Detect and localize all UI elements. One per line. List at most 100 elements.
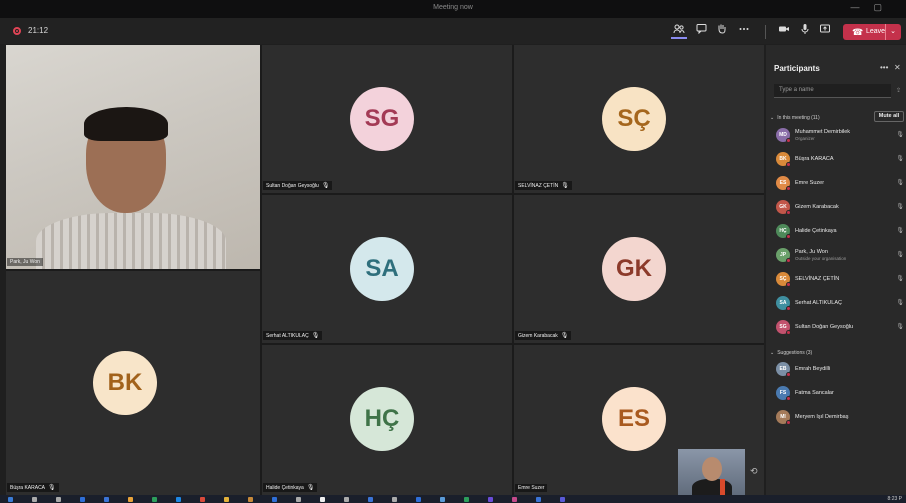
taskbar-clock: 8:23 P (887, 496, 902, 502)
window-controls[interactable]: —▢ (850, 2, 896, 13)
participant-name: Emrah Beydilli (795, 366, 831, 372)
participant-row[interactable]: JP Park, Ju Won Outside your organisation 🎙 (774, 246, 904, 266)
leave-button[interactable]: ☎ Leave ⌄ (843, 24, 901, 40)
presence-status-icon (786, 282, 791, 287)
minimize-button[interactable]: — (850, 2, 873, 12)
mute-all-button[interactable]: Mute all (874, 111, 904, 122)
suggestions-section-header[interactable]: ⌄ Suggestions (3) (770, 350, 812, 356)
participant-row[interactable]: MD Muhammet Demirbilek Organizer 🎙 (774, 126, 904, 146)
participant-row[interactable]: SG Sultan Doğan Geysoğlu 🎙 (774, 318, 904, 338)
taskbar-app-icon[interactable] (368, 497, 373, 502)
participant-row[interactable]: MI Meryem Işıl Demirbaş (774, 408, 904, 428)
taskbar-app-icon[interactable] (512, 497, 517, 502)
window-title: Meeting now (433, 4, 473, 11)
taskbar-app-icon[interactable] (392, 497, 397, 502)
presence-status-icon (786, 420, 791, 425)
participant-row[interactable]: SA Serhat ALTIKULAÇ 🎙 (774, 294, 904, 314)
tile-name-label: Sultan Doğan Geysoğlu 🎙 (263, 181, 333, 190)
video-tile-gizem[interactable]: GK Gizem Karabacak 🎙 (514, 195, 764, 343)
presence-status-icon (786, 138, 791, 143)
tile-name-label: SELVİNAZ ÇETİN 🎙 (515, 181, 572, 190)
presence-status-icon (786, 330, 791, 335)
close-icon[interactable]: ✕ (894, 63, 901, 72)
avatar: SÇ (602, 87, 666, 151)
mic-icon[interactable] (797, 23, 813, 39)
participant-name: Park, Ju Won (795, 249, 828, 255)
avatar: BK (93, 351, 157, 415)
share-invite-icon[interactable]: ⇪ (896, 87, 901, 94)
camera-switch-icon[interactable]: ⟲ (750, 466, 758, 477)
mic-off-icon: 🎙 (560, 333, 569, 339)
mic-icon[interactable]: 🎙 (896, 203, 904, 210)
share-icon[interactable] (817, 23, 833, 39)
mic-icon[interactable]: 🎙 (896, 155, 904, 162)
video-tile-halide[interactable]: HÇ Halide Çetinkaya 🎙 (262, 345, 512, 495)
participant-role: Outside your organisation (795, 256, 847, 261)
participant-name: Muhammet Demirbilek (795, 129, 851, 135)
participant-row[interactable]: ES Emre Suzer 🎙 (774, 174, 904, 194)
mic-icon[interactable]: 🎙 (896, 131, 904, 138)
mic-icon[interactable]: 🎙 (896, 275, 904, 282)
participant-name: Büşra KARACA (795, 156, 834, 162)
avatar: GK (602, 237, 666, 301)
participant-row[interactable]: GK Gizem Karabacak 🎙 (774, 198, 904, 218)
taskbar-app-icon[interactable] (464, 497, 469, 502)
camera-icon[interactable] (776, 23, 792, 39)
mic-icon[interactable]: 🎙 (896, 323, 904, 330)
video-tile-busra[interactable]: BK Büşra KARACA 🎙 (6, 271, 260, 495)
taskbar-app-icon[interactable] (344, 497, 349, 502)
taskbar-app-icon[interactable] (152, 497, 157, 502)
participant-row[interactable]: HÇ Halide Çetinkaya 🎙 (774, 222, 904, 242)
participant-name: Halide Çetinkaya (795, 228, 837, 234)
taskbar-app-icon[interactable] (32, 497, 37, 502)
taskbar-app-icon[interactable] (200, 497, 205, 502)
taskbar-app-icon[interactable] (296, 497, 301, 502)
taskbar-app-icon[interactable] (488, 497, 493, 502)
participant-video-hair (84, 107, 168, 141)
video-tile-sultan[interactable]: SG Sultan Doğan Geysoğlu 🎙 (262, 45, 512, 193)
maximize-button[interactable]: ▢ (873, 2, 896, 12)
mic-icon[interactable]: 🎙 (896, 179, 904, 186)
participant-row[interactable]: FS Fatma Sancalar (774, 384, 904, 404)
presence-status-icon (786, 396, 791, 401)
people-icon[interactable] (671, 23, 687, 39)
participant-row[interactable]: EB Emrah Beydilli (774, 360, 904, 380)
video-tile-park-ju-won[interactable]: Park, Ju Won (6, 45, 260, 269)
mic-icon[interactable]: 🎙 (896, 251, 904, 258)
panel-title: Participants (774, 64, 820, 73)
taskbar-app-icon[interactable] (272, 497, 277, 502)
taskbar-app-icon[interactable] (416, 497, 421, 502)
mic-icon[interactable]: 🎙 (896, 299, 904, 306)
taskbar-app-icon[interactable] (80, 497, 85, 502)
taskbar-app-icon[interactable] (536, 497, 541, 502)
taskbar-app-icon[interactable] (560, 497, 565, 502)
phone-icon: ☎ (852, 27, 864, 37)
participant-role: Organizer (795, 136, 815, 141)
self-view-video[interactable] (678, 449, 745, 497)
more-icon[interactable] (736, 23, 752, 39)
taskbar-app-icon[interactable] (440, 497, 445, 502)
taskbar-app-icon[interactable] (56, 497, 61, 502)
taskbar-app-icon[interactable] (8, 497, 13, 502)
tile-name-label: Park, Ju Won (7, 258, 43, 266)
chevron-down-icon[interactable]: ⌄ (885, 24, 896, 40)
raise-hand-icon[interactable] (713, 23, 729, 39)
chat-icon[interactable] (693, 23, 709, 39)
mic-off-icon: 🎙 (561, 183, 569, 189)
presence-status-icon (786, 210, 791, 215)
video-tile-selvinaz[interactable]: SÇ SELVİNAZ ÇETİN 🎙 (514, 45, 764, 193)
in-meeting-section-header[interactable]: ⌄ In this meeting (11) (770, 115, 820, 121)
taskbar-app-icon[interactable] (176, 497, 181, 502)
mic-icon[interactable]: 🎙 (896, 227, 904, 234)
taskbar-app-icon[interactable] (224, 497, 229, 502)
participant-row[interactable]: SÇ SELVİNAZ ÇETİN 🎙 (774, 270, 904, 290)
video-tile-serhat[interactable]: SA Serhat ALTIKULAÇ 🎙 (262, 195, 512, 343)
more-icon[interactable]: ••• (880, 63, 888, 72)
search-input[interactable]: Type a name (774, 84, 891, 98)
video-grid: Park, Ju Won SG Sultan Doğan Geysoğlu 🎙 S… (6, 45, 764, 503)
taskbar-app-icon[interactable] (320, 497, 325, 502)
participant-row[interactable]: BK Büşra KARACA 🎙 (774, 150, 904, 170)
taskbar-app-icon[interactable] (248, 497, 253, 502)
taskbar-app-icon[interactable] (104, 497, 109, 502)
taskbar-app-icon[interactable] (128, 497, 133, 502)
